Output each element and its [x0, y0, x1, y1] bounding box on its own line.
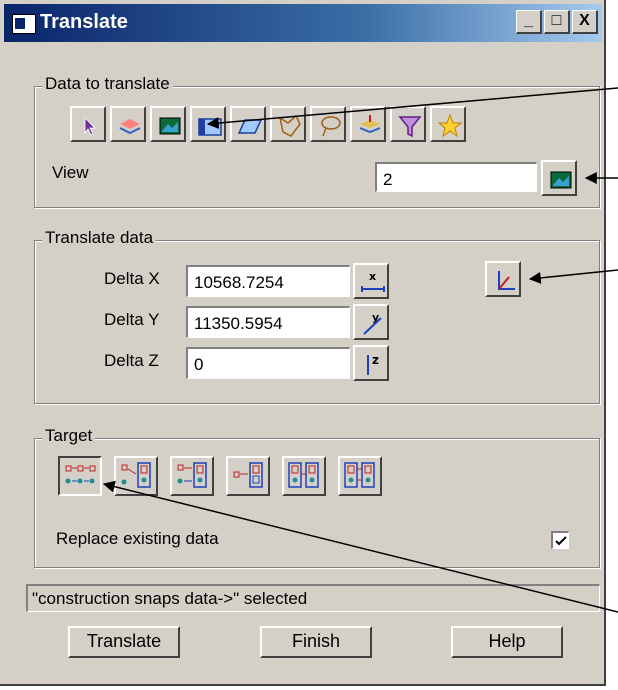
callout-arrows — [102, 87, 618, 613]
callout-arrow — [102, 480, 618, 613]
callout-arrow — [528, 269, 618, 284]
callout-arrow — [206, 87, 618, 130]
